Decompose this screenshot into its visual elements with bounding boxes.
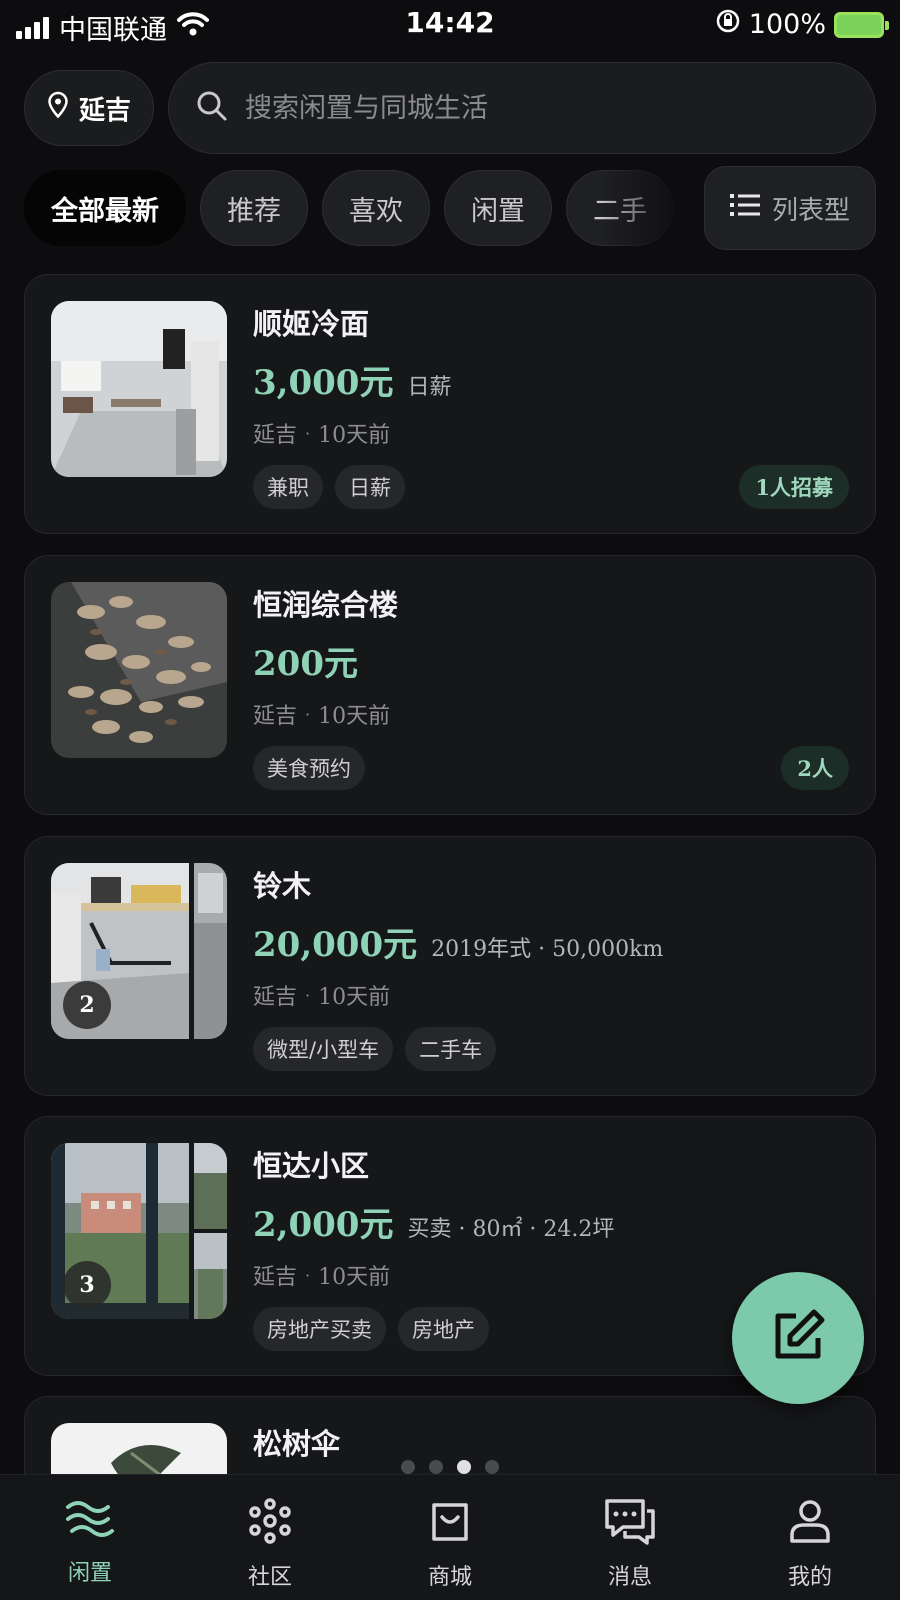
listing-card[interactable]: 恒润综合楼 200元 延吉 · 10天前 美食预约 2人 (24, 555, 876, 815)
listing-location-time: 延吉 · 10天前 (253, 417, 390, 449)
tab-community[interactable]: 社区 (180, 1475, 360, 1600)
separator-dot: · (305, 1265, 311, 1285)
chip-recommend[interactable]: 推荐 (200, 170, 308, 246)
separator-dot: · (305, 704, 311, 724)
user-icon (786, 1497, 834, 1551)
status-bar: 中国联通 14:42 100% (0, 0, 900, 50)
chip-all-latest[interactable]: 全部最新 (24, 170, 186, 246)
listing-tags: 美食预约 (253, 746, 365, 790)
list-view-toggle[interactable]: 列表型 (704, 166, 876, 250)
page-dot (429, 1460, 443, 1474)
search-bar[interactable] (168, 62, 876, 154)
listing-card[interactable]: 顺姬冷面 3,000元 日薪 延吉 · 10天前 兼职 日薪 1人招募 (24, 274, 876, 534)
view-toggle-label: 列表型 (771, 195, 850, 226)
listing-thumbnail[interactable]: 2 (51, 863, 227, 1039)
recruit-badge: 2人 (781, 746, 849, 790)
page-dot (485, 1460, 499, 1474)
tab-label: 闲置 (67, 1561, 112, 1586)
listing-price-row: 20,000元 2019年式 · 50,000km (253, 917, 663, 966)
listing-price-row: 3,000元 日薪 (253, 355, 451, 404)
listing-location: 延吉 (253, 1265, 298, 1290)
listing-time: 10天前 (318, 423, 391, 448)
listing-thumbnail[interactable] (51, 301, 227, 477)
tab-shop[interactable]: 商城 (360, 1475, 540, 1600)
listing-meta: 2019年式 · 50,000km (431, 937, 664, 962)
page-dot-active (457, 1460, 471, 1474)
community-icon (246, 1497, 294, 1551)
page-indicator (0, 1460, 900, 1474)
listing-tags: 房地产买卖 房地产 (253, 1307, 489, 1351)
location-label: 延吉 (78, 95, 131, 126)
rotation-lock-icon (715, 8, 741, 41)
listing-meta: 买卖 · 80㎡ · 24.2坪 (407, 1217, 615, 1242)
listing-time: 10天前 (318, 1265, 391, 1290)
listing-title: 恒达小区 (253, 1149, 370, 1183)
edit-icon (768, 1306, 828, 1370)
tab-label: 我的 (787, 1565, 832, 1590)
listing-title: 松树伞 (253, 1427, 341, 1461)
listing-price: 200元 (253, 644, 358, 684)
listing-tag: 美食预约 (253, 746, 365, 790)
location-button[interactable]: 延吉 (24, 70, 154, 146)
page-dot (401, 1460, 415, 1474)
shopping-bag-icon (426, 1497, 474, 1551)
separator-dot: · (305, 423, 311, 443)
listing-price-row: 2,000元 买卖 · 80㎡ · 24.2坪 (253, 1197, 614, 1246)
status-right: 100% (715, 8, 889, 41)
listing-location: 延吉 (253, 423, 298, 448)
listing-price-row: 200元 (253, 636, 358, 685)
listing-tags: 微型/小型车 二手车 (253, 1027, 497, 1071)
chat-icon (603, 1497, 657, 1551)
filter-chips: 全部最新 推荐 喜欢 闲置 二手 (24, 170, 704, 246)
bottom-tab-bar: 闲置 社区 商城 消息 我的 (0, 1474, 900, 1600)
listing-tag: 房地产 (398, 1307, 489, 1351)
tab-label: 消息 (607, 1565, 652, 1590)
image-count-badge: 3 (63, 1261, 111, 1309)
listing-location: 延吉 (253, 985, 298, 1010)
listing-thumbnail[interactable]: 3 (51, 1143, 227, 1319)
search-input[interactable] (245, 92, 845, 124)
listing-tag: 微型/小型车 (253, 1027, 394, 1071)
listing-location-time: 延吉 · 10天前 (253, 979, 390, 1011)
compose-fab-button[interactable] (732, 1272, 864, 1404)
battery-icon (834, 11, 889, 38)
separator-dot: · (305, 985, 311, 1005)
listing-thumbnail[interactable] (51, 582, 227, 758)
listing-price: 20,000元 (253, 925, 418, 965)
battery-label: 100% (748, 9, 826, 40)
listing-price: 2,000元 (253, 1205, 394, 1245)
tab-profile[interactable]: 我的 (720, 1475, 900, 1600)
tab-label: 商城 (427, 1565, 472, 1590)
listing-time: 10天前 (318, 704, 391, 729)
listing-tag: 二手车 (405, 1027, 497, 1071)
listing-tag: 兼职 (253, 465, 323, 509)
listing-location: 延吉 (253, 704, 298, 729)
tab-idle[interactable]: 闲置 (0, 1475, 180, 1600)
listing-tag: 日薪 (335, 465, 405, 509)
chip-idle[interactable]: 闲置 (444, 170, 552, 246)
listing-meta: 日薪 (407, 375, 452, 400)
image-count-badge: 2 (63, 981, 111, 1029)
listing-card[interactable]: 2 铃木 20,000元 2019年式 · 50,000km 延吉 · 10天前… (24, 836, 876, 1096)
listing-location-time: 延吉 · 10天前 (253, 698, 390, 730)
listing-time: 10天前 (318, 985, 391, 1010)
location-pin-icon (47, 91, 69, 126)
list-icon (729, 193, 760, 224)
listing-title: 恒润综合楼 (253, 588, 399, 622)
listing-location-time: 延吉 · 10天前 (253, 1259, 390, 1291)
recruit-badge: 1人招募 (739, 465, 849, 509)
chip-likes[interactable]: 喜欢 (322, 170, 430, 246)
listing-price: 3,000元 (253, 363, 394, 403)
listing-title: 顺姬冷面 (253, 307, 370, 341)
search-icon (195, 89, 229, 127)
listing-tags: 兼职 日薪 (253, 465, 405, 509)
listing-tag: 房地产买卖 (253, 1307, 386, 1351)
tab-label: 社区 (247, 1565, 292, 1590)
listing-title: 铃木 (253, 869, 312, 903)
waves-icon (64, 1497, 116, 1547)
tab-messages[interactable]: 消息 (540, 1475, 720, 1600)
chip-second-hand[interactable]: 二手 (566, 170, 674, 246)
